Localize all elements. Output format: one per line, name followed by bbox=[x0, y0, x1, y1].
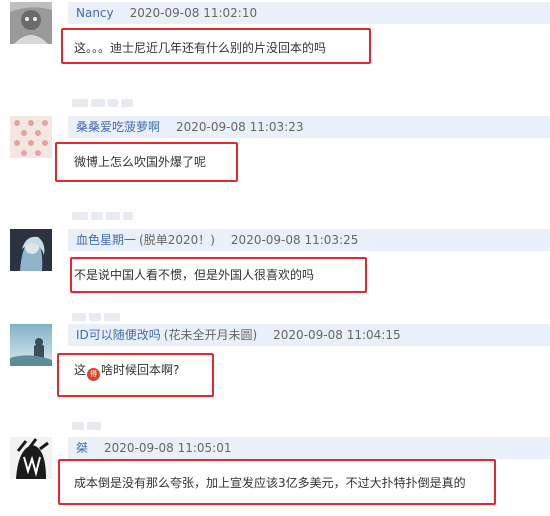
comment-header: 血色星期一 (脱单2020！) 2020-09-08 11:03:25 bbox=[68, 229, 550, 251]
comment-time: 2020-09-08 11:04:15 bbox=[273, 328, 401, 342]
comment-header: 桀 2020-09-08 11:05:01 bbox=[68, 437, 550, 459]
comment-time: 2020-09-08 11:02:10 bbox=[129, 6, 258, 20]
comment-time: 2020-09-08 11:05:01 bbox=[104, 441, 232, 455]
blurred-placeholder bbox=[72, 92, 136, 107]
comment-header: Nancy 2020-09-08 11:02:10 bbox=[68, 2, 550, 24]
comment-time: 2020-09-08 11:03:23 bbox=[176, 120, 304, 134]
avatar[interactable] bbox=[10, 437, 52, 479]
highlight-box bbox=[61, 28, 371, 64]
blurred-placeholder bbox=[72, 205, 136, 220]
highlight-box bbox=[58, 459, 496, 505]
username-link[interactable]: 桀 bbox=[76, 441, 88, 455]
username-link[interactable]: ID可以随便改吗 bbox=[76, 328, 161, 342]
username-link[interactable]: Nancy bbox=[76, 6, 114, 20]
username-link[interactable]: 桑桑爱吃菠萝啊 bbox=[76, 120, 160, 134]
comment-header: ID可以随便改吗 (花未全开月未圆) 2020-09-08 11:04:15 bbox=[68, 324, 550, 346]
comment-time: 2020-09-08 11:03:25 bbox=[230, 233, 359, 247]
highlight-box bbox=[55, 142, 238, 182]
highlight-box bbox=[70, 257, 367, 293]
blurred-placeholder bbox=[72, 306, 123, 321]
highlight-box bbox=[57, 353, 214, 397]
avatar[interactable] bbox=[10, 116, 52, 158]
comment-header: 桑桑爱吃菠萝啊 2020-09-08 11:03:23 bbox=[68, 116, 550, 138]
user-remark: (花未全开月未圆) bbox=[163, 328, 258, 342]
avatar[interactable] bbox=[10, 324, 52, 366]
comment-list: Nancy 2020-09-08 11:02:10 这。。。迪士尼近几年还有什么别… bbox=[0, 0, 550, 516]
blurred-placeholder bbox=[72, 415, 104, 430]
user-remark: (脱单2020！) bbox=[139, 233, 215, 247]
avatar[interactable] bbox=[10, 2, 52, 44]
avatar[interactable] bbox=[10, 229, 52, 271]
username-link[interactable]: 血色星期一 bbox=[76, 233, 136, 247]
